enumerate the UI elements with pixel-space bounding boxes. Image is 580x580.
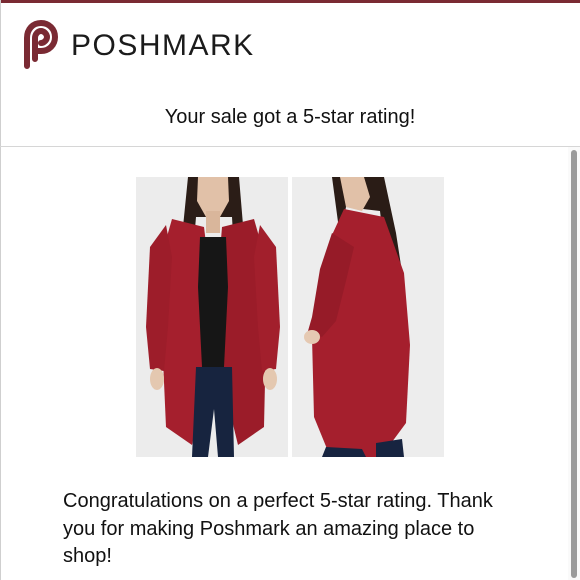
cardigan-side-photo-icon <box>292 177 444 457</box>
email-content: Congratulations on a perfect 5-star rati… <box>0 147 580 580</box>
email-view: POSHMARK Your sale got a 5-star rating! <box>0 0 580 580</box>
rating-notice: Your sale got a 5-star rating! <box>164 106 416 128</box>
brand-name: POSHMARK <box>71 29 255 62</box>
poshmark-logo-icon <box>24 20 58 69</box>
congratulations-message: Congratulations on a perfect 5-star rati… <box>63 490 493 567</box>
cardigan-front-photo-icon <box>136 177 288 457</box>
scrollbar-thumb[interactable] <box>571 150 577 578</box>
cardigan-front-photo[interactable] <box>136 177 288 457</box>
email-header: POSHMARK Your sale got a 5-star rating! <box>0 3 580 147</box>
brand-logo[interactable]: POSHMARK <box>17 18 255 70</box>
listing-photos <box>136 177 445 457</box>
cardigan-side-photo[interactable] <box>292 177 444 457</box>
